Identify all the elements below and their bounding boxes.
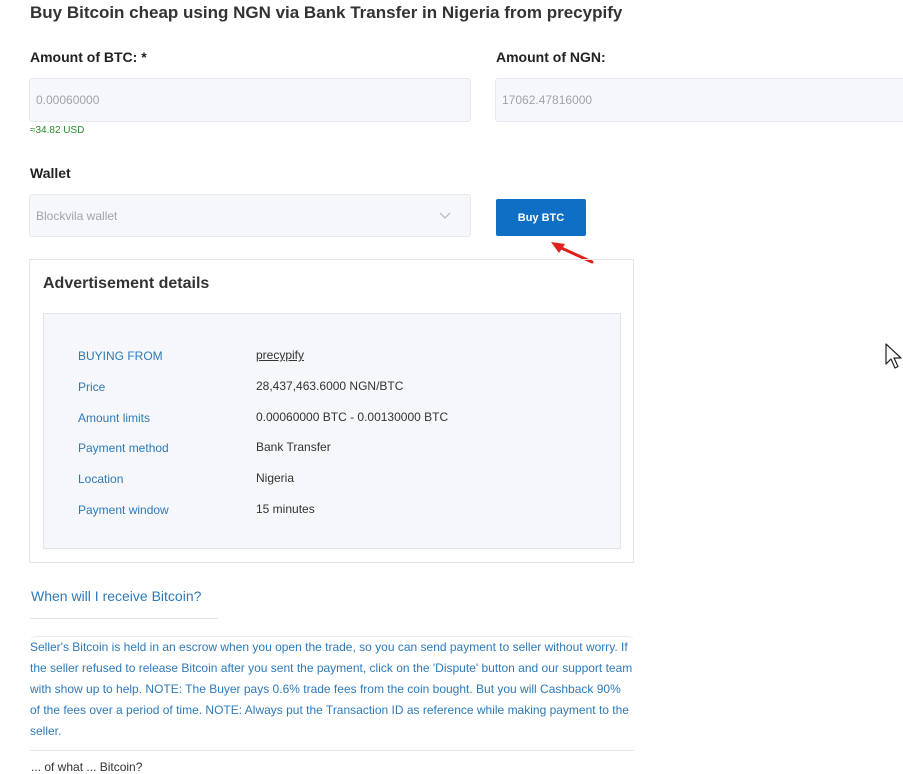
mouse-cursor-icon	[885, 343, 902, 369]
detail-label-payment-method: Payment method	[78, 441, 169, 455]
buy-btc-button[interactable]: Buy BTC	[496, 199, 586, 236]
detail-label-payment-window: Payment window	[78, 503, 169, 517]
faq-divider	[30, 750, 634, 751]
wallet-select-value: Blockvila wallet	[36, 208, 118, 223]
detail-value-price: 28,437,463.6000 NGN/BTC	[256, 379, 404, 393]
detail-value-location: Nigeria	[256, 471, 295, 485]
advertisement-title: Advertisement details	[43, 275, 210, 292]
detail-label-buying-from: BUYING FROM	[78, 349, 163, 363]
advertisement-card: Advertisement details BUYING FROM precyp…	[29, 259, 634, 563]
ngn-amount-input[interactable]: 17062.47816000	[495, 78, 903, 122]
detail-value-amount-limits: 0.00060000 BTC - 0.00130000 BTC	[256, 410, 449, 424]
btc-amount-input[interactable]: 0.00060000	[29, 78, 471, 122]
detail-value-payment-window: 15 minutes	[256, 502, 315, 516]
btc-amount-value: 0.00060000	[36, 93, 100, 107]
ngn-amount-value: 17062.47816000	[502, 93, 593, 107]
seller-link[interactable]: precypify	[256, 348, 304, 362]
wallet-select[interactable]: Blockvila wallet	[29, 194, 471, 237]
faq-answer: Seller's Bitcoin is held in an escrow wh…	[30, 636, 634, 742]
advertisement-details-table: BUYING FROM precypify Price 28,437,463.6…	[43, 313, 621, 549]
detail-label-amount-limits: Amount limits	[78, 411, 151, 425]
ngn-amount-label: Amount of NGN:	[496, 49, 606, 65]
faq-next-question[interactable]: ... of what ... Bitcoin?	[31, 760, 142, 774]
faq-divider	[30, 618, 218, 619]
wallet-label: Wallet	[30, 165, 71, 181]
detail-label-location: Location	[78, 472, 124, 486]
detail-value-payment-method: Bank Transfer	[256, 440, 331, 454]
detail-label-price: Price	[78, 380, 106, 394]
faq-question[interactable]: When will I receive Bitcoin?	[31, 588, 201, 604]
page-title: Buy Bitcoin cheap using NGN via Bank Tra…	[30, 3, 623, 22]
btc-amount-label: Amount of BTC: *	[30, 49, 147, 65]
chevron-down-icon	[439, 212, 451, 219]
btc-usd-hint: ≈34.82 USD	[30, 125, 85, 136]
